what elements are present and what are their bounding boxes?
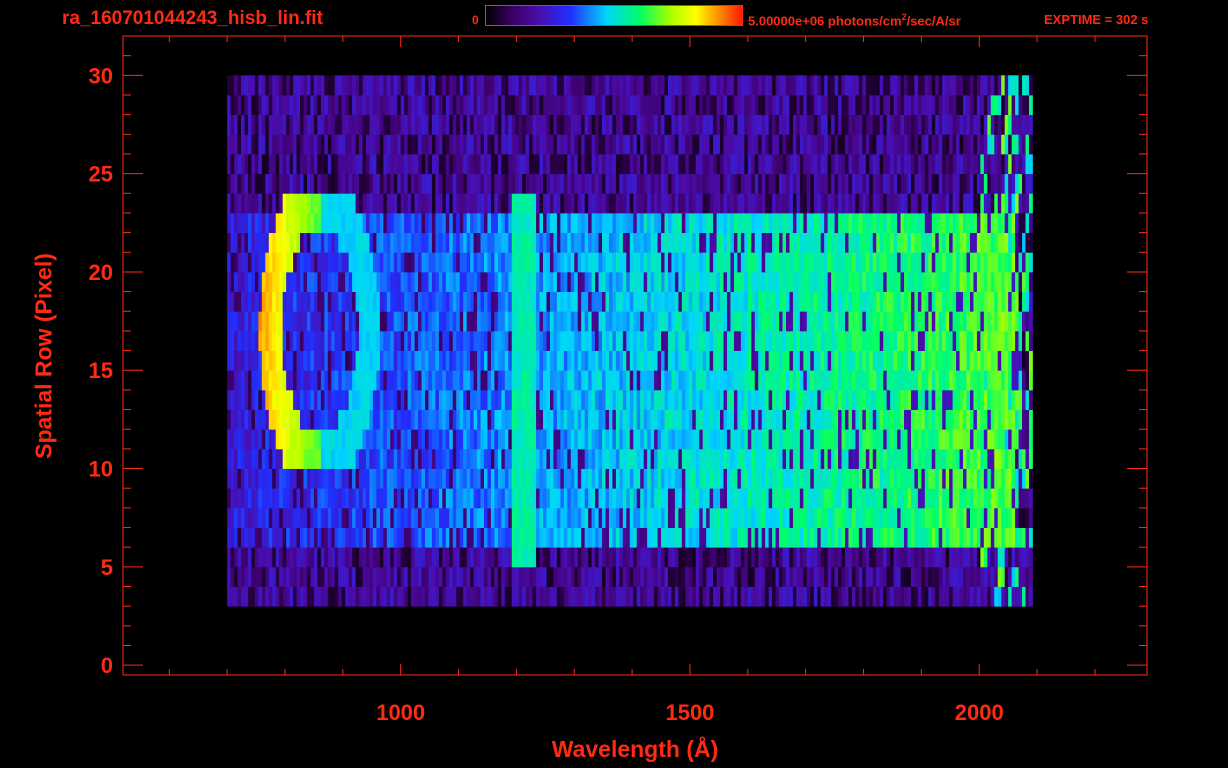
y-tick-label: 5 xyxy=(101,555,113,580)
heatmap-image xyxy=(227,75,1033,607)
y-tick-label: 0 xyxy=(101,653,113,678)
y-tick-label: 15 xyxy=(89,358,113,383)
x-tick-label: 2000 xyxy=(955,700,1004,725)
colorbar-min-label: 0 xyxy=(472,13,479,27)
x-tick-label: 1500 xyxy=(665,700,714,725)
x-tick-label: 1000 xyxy=(376,700,425,725)
y-axis-label: Spatial Row (Pixel) xyxy=(30,253,57,459)
colorbar-max-label: 5.00000e+06 photons/cm2/sec/A/sr xyxy=(748,12,961,29)
x-axis-label: Wavelength (Å) xyxy=(551,736,719,762)
exptime-label: EXPTIME = 302 s xyxy=(1044,12,1149,27)
y-tick-label: 10 xyxy=(89,457,113,482)
y-tick-label: 25 xyxy=(89,162,113,187)
spectral-image-chart: 1000 1500 2000 0 5 10 15 20 25 30 xyxy=(89,35,1148,725)
y-tick-label: 20 xyxy=(89,260,113,285)
colorbar xyxy=(485,5,743,26)
y-tick-label: 30 xyxy=(89,63,113,88)
file-title: ra_160701044243_hisb_lin.fit xyxy=(62,8,323,29)
